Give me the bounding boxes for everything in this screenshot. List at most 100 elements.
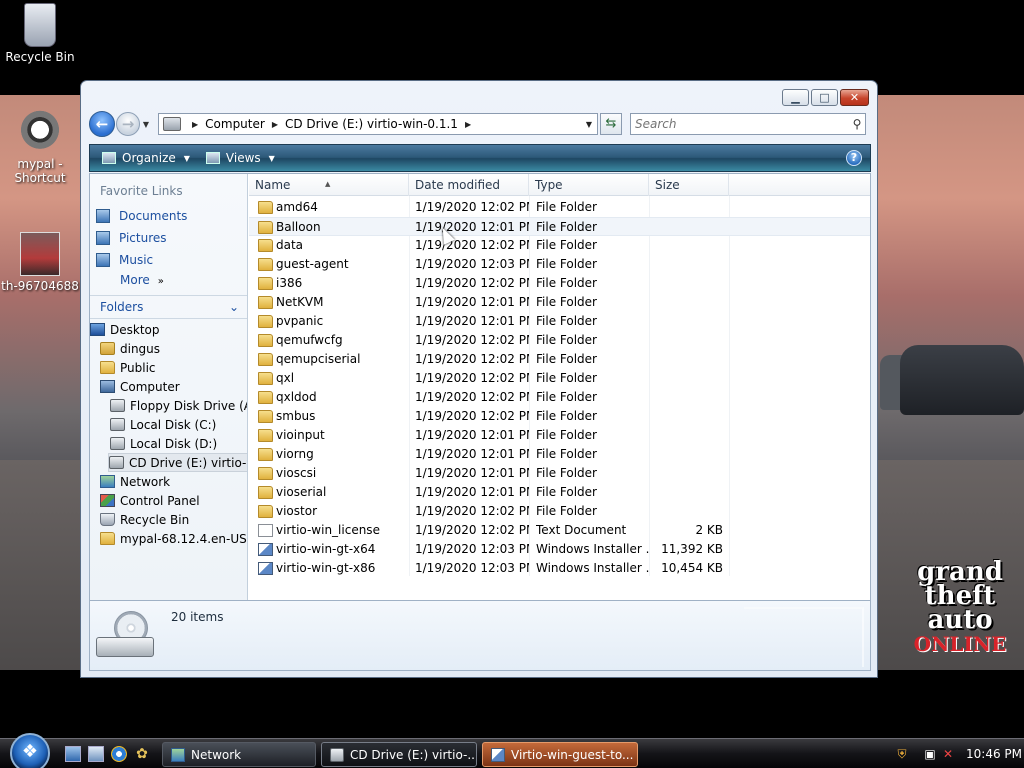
refresh-button[interactable]: ⇆ [600, 113, 622, 135]
file-row-guest-agent[interactable]: guest-agent 1/19/2020 12:03 PM File Folder [249, 255, 870, 274]
file-row-amd64[interactable]: amd64 1/19/2020 12:02 PM File Folder [249, 198, 870, 217]
show-desktop-icon[interactable] [65, 746, 81, 762]
clock[interactable]: 10:46 PM [966, 747, 1022, 761]
volume-muted-icon[interactable]: ✕ [940, 746, 956, 762]
installer-icon [258, 543, 273, 556]
folder-icon [258, 258, 273, 271]
tree-item-local-disk-c[interactable]: Local Disk (C:) [110, 415, 216, 434]
favorite-pictures[interactable]: Pictures [96, 228, 167, 248]
file-row-netkvm[interactable]: NetKVM 1/19/2020 12:01 PM File Folder [249, 293, 870, 312]
favorite-documents[interactable]: Documents [96, 206, 187, 226]
tree-item-dingus[interactable]: dingus [100, 339, 160, 358]
column-name[interactable]: Name ▲ [249, 174, 409, 196]
file-type: File Folder [536, 371, 597, 385]
address-dropdown-icon[interactable]: ▼ [581, 120, 597, 129]
breadcrumb-arrow-icon[interactable]: ▶ [192, 120, 198, 129]
file-date-modified: 1/19/2020 12:01 PM [415, 428, 529, 442]
minimize-button[interactable]: ▁ [782, 89, 809, 106]
breadcrumb-cd-drive[interactable]: CD Drive (E:) virtio-win-0.1.1 [285, 117, 458, 131]
command-toolbar: Organize ▼ Views ▼ ? [89, 144, 871, 172]
file-type: Windows Installer ... [536, 542, 650, 556]
tree-item-computer[interactable]: Computer [100, 377, 180, 396]
file-size [649, 255, 723, 274]
favorite-music[interactable]: Music [96, 250, 153, 270]
forward-button[interactable]: → [116, 112, 140, 136]
breadcrumb-arrow-icon[interactable]: ▶ [272, 120, 278, 129]
taskbar-button-network[interactable]: Network [162, 742, 316, 767]
breadcrumb-arrow-icon[interactable]: ▶ [465, 120, 471, 129]
desktop-icon-mypal-shortcut[interactable]: mypal - Shortcut [0, 110, 80, 185]
taskbar-button-virtio-installer[interactable]: Virtio-win-guest-to... [482, 742, 638, 767]
file-row-vioinput[interactable]: vioinput 1/19/2020 12:01 PM File Folder [249, 426, 870, 445]
tree-item-label: CD Drive (E:) virtio-wi [129, 455, 248, 470]
folders-header[interactable]: Folders ⌄ [90, 295, 247, 319]
search-box[interactable]: ⚲ [630, 113, 866, 135]
column-type[interactable]: Type [529, 174, 649, 196]
tree-item-desktop[interactable]: Desktop [90, 320, 160, 339]
tree-item-network[interactable]: Network [100, 472, 170, 491]
file-size [649, 312, 723, 331]
file-row-virtio-win-gt-x64[interactable]: virtio-win-gt-x64 1/19/2020 12:03 PM Windo… [249, 540, 870, 559]
column-date-modified[interactable]: Date modified [409, 174, 529, 196]
folder-icon [258, 486, 273, 499]
file-row-virtio-win-license[interactable]: virtio-win_license 1/19/2020 12:02 PM Text… [249, 521, 870, 540]
file-row-qxldod[interactable]: qxldod 1/19/2020 12:02 PM File Folder [249, 388, 870, 407]
switch-windows-icon[interactable] [88, 746, 104, 762]
file-row-viorng[interactable]: viorng 1/19/2020 12:01 PM File Folder [249, 445, 870, 464]
tree-item-recycle-bin[interactable]: Recycle Bin [100, 510, 189, 529]
security-shield-icon[interactable]: ⛨ [894, 746, 910, 762]
desktop-icon-recycle-bin[interactable]: Recycle Bin [0, 3, 80, 64]
recent-pages-dropdown[interactable]: ▼ [140, 120, 152, 129]
favorites-more[interactable]: More » [120, 273, 164, 287]
raccoon-browser-icon[interactable]: ✿ [134, 746, 150, 762]
file-row-balloon[interactable]: Balloon 1/19/2020 12:01 PM File Folder [249, 217, 870, 236]
computer-icon [100, 380, 115, 393]
file-size: 10,454 KB [661, 561, 723, 575]
tree-item-cd-drive[interactable]: CD Drive (E:) virtio-wi [108, 453, 248, 472]
file-type: File Folder [536, 466, 597, 480]
network-status-icon[interactable]: ▣ [922, 746, 938, 762]
internet-explorer-icon[interactable] [111, 746, 127, 762]
file-row-pvpanic[interactable]: pvpanic 1/19/2020 12:01 PM File Folder [249, 312, 870, 331]
file-type: File Folder [536, 238, 597, 252]
start-button[interactable]: ❖ [10, 733, 50, 768]
file-row-vioscsi[interactable]: vioscsi 1/19/2020 12:01 PM File Folder [249, 464, 870, 483]
organize-label: Organize [122, 151, 176, 165]
back-arrow-icon: ← [95, 115, 109, 133]
file-row-smbus[interactable]: smbus 1/19/2020 12:02 PM File Folder [249, 407, 870, 426]
tree-item-label: Public [120, 360, 156, 375]
file-row-viostor[interactable]: viostor 1/19/2020 12:02 PM File Folder [249, 502, 870, 521]
tree-item-mypal-folder[interactable]: mypal-68.12.4.en-US.wi [100, 529, 247, 548]
tree-item-control-panel[interactable]: Control Panel [100, 491, 200, 510]
file-row-qemupciserial[interactable]: qemupciserial 1/19/2020 12:02 PM File Fold… [249, 350, 870, 369]
tree-item-label: Local Disk (D:) [130, 436, 218, 451]
file-row-i386[interactable]: i386 1/19/2020 12:02 PM File Folder [249, 274, 870, 293]
file-row-qemufwcfg[interactable]: qemufwcfg 1/19/2020 12:02 PM File Folder [249, 331, 870, 350]
taskbar-button-cd-drive[interactable]: CD Drive (E:) virtio-... [321, 742, 477, 767]
tree-item-label: mypal-68.12.4.en-US.wi [120, 531, 247, 546]
search-input[interactable] [635, 115, 849, 133]
tree-item-floppy[interactable]: Floppy Disk Drive (A:) [110, 396, 247, 415]
file-row-data[interactable]: data 1/19/2020 12:02 PM File Folder [249, 236, 870, 255]
back-button[interactable]: ← [89, 111, 115, 137]
desktop-icon-th-96704688[interactable]: th-96704688 [0, 232, 80, 293]
help-icon[interactable]: ? [846, 150, 862, 166]
search-icon[interactable]: ⚲ [849, 117, 865, 131]
file-size [649, 483, 723, 502]
folder-icon [258, 391, 273, 404]
file-row-vioserial[interactable]: vioserial 1/19/2020 12:01 PM File Folder [249, 483, 870, 502]
file-date-modified: 1/19/2020 12:01 PM [415, 314, 529, 328]
tree-item-public[interactable]: Public [100, 358, 156, 377]
breadcrumb-computer[interactable]: Computer [205, 117, 265, 131]
address-bar[interactable]: ▶ Computer ▶ CD Drive (E:) virtio-win-0.… [158, 113, 598, 135]
column-size[interactable]: Size [649, 174, 729, 196]
column-header: Name ▲ Date modified Type Size [249, 174, 870, 196]
close-button[interactable]: ✕ [840, 89, 869, 106]
file-row-qxl[interactable]: qxl 1/19/2020 12:02 PM File Folder [249, 369, 870, 388]
tree-item-local-disk-d[interactable]: Local Disk (D:) [110, 434, 217, 453]
file-row-virtio-win-gt-x86[interactable]: virtio-win-gt-x86 1/19/2020 12:03 PM Windo… [249, 559, 870, 578]
network-icon [171, 747, 185, 762]
views-button[interactable]: Views ▼ [202, 149, 279, 167]
maximize-button[interactable]: □ [811, 89, 838, 106]
organize-button[interactable]: Organize ▼ [98, 149, 194, 167]
